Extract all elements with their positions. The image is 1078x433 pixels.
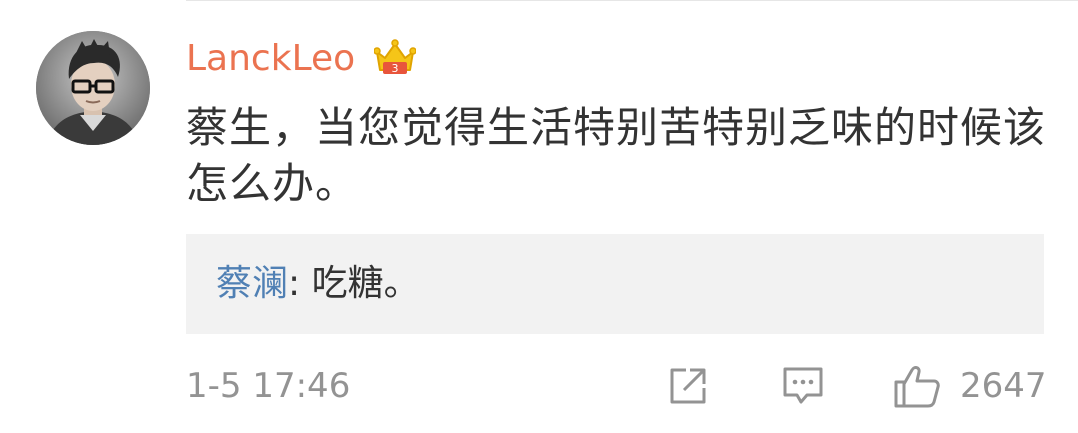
like-count: 2647 bbox=[960, 366, 1047, 406]
share-icon bbox=[670, 368, 706, 404]
comment-icon bbox=[783, 367, 823, 404]
top-divider bbox=[186, 0, 1078, 1]
svg-text:3: 3 bbox=[392, 62, 399, 75]
like-button[interactable]: 2647 bbox=[892, 362, 1047, 410]
crown-icon: 3 bbox=[374, 38, 416, 78]
comment-button[interactable] bbox=[780, 362, 826, 410]
reply-text: 吃糖。 bbox=[311, 263, 420, 304]
thumbs-up-icon bbox=[894, 366, 940, 408]
reply-box[interactable]: 蔡澜: 吃糖。 bbox=[186, 234, 1044, 334]
timestamp: 1-5 17:46 bbox=[186, 366, 351, 406]
comment-text: 蔡生，当您觉得生活特别苦特别乏味的时候该怎么办。 bbox=[186, 103, 1047, 208]
share-button[interactable] bbox=[666, 362, 710, 410]
reply-line: 蔡澜: 吃糖。 bbox=[216, 260, 420, 308]
reply-author[interactable]: 蔡澜 bbox=[216, 263, 288, 304]
reply-separator: : bbox=[288, 263, 312, 304]
username[interactable]: LanckLeo bbox=[186, 36, 355, 82]
avatar[interactable] bbox=[36, 31, 150, 145]
